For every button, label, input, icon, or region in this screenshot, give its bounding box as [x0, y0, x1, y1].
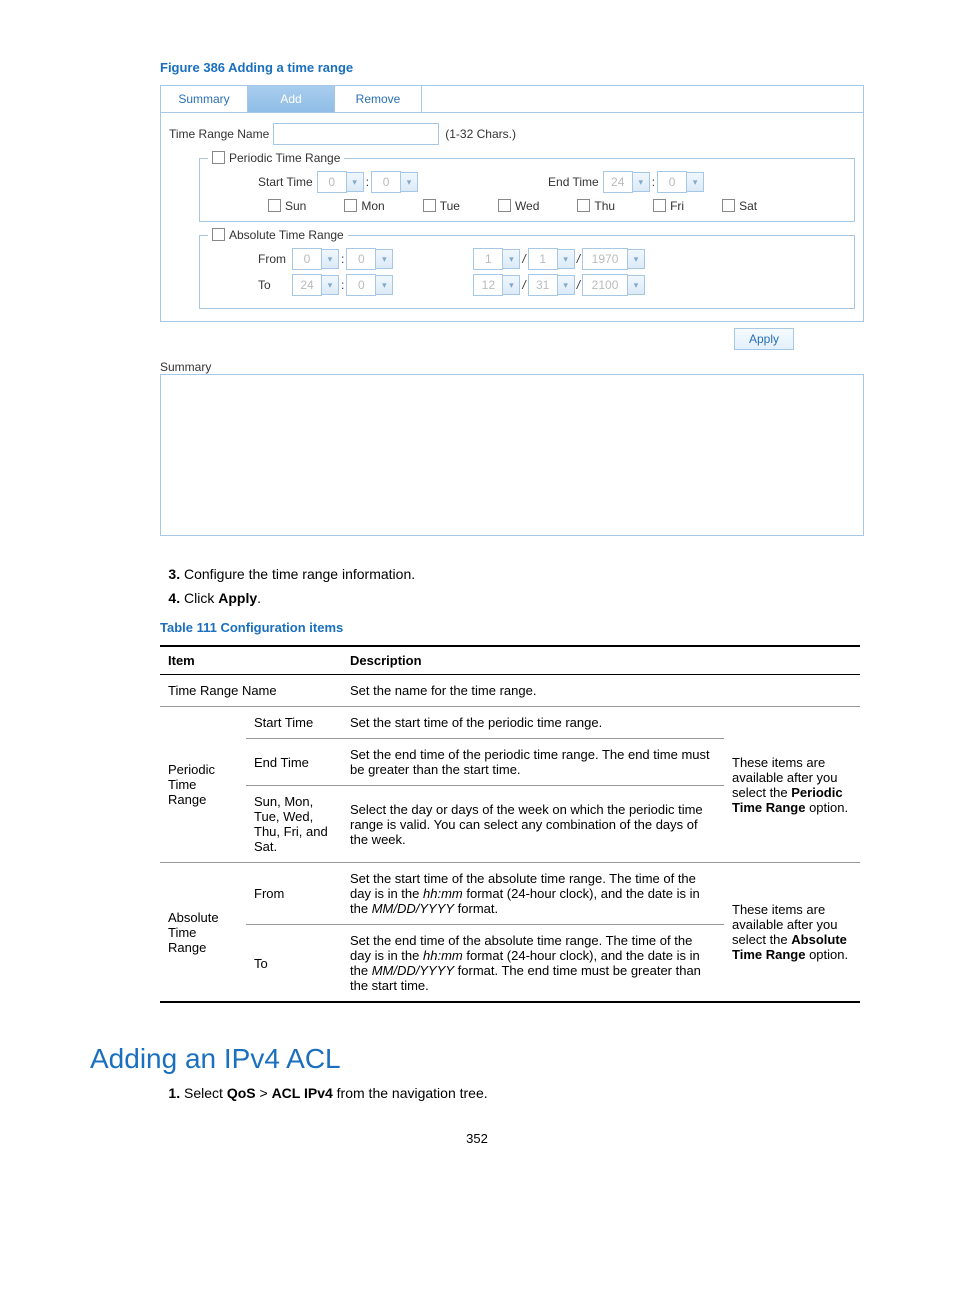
periodic-checkbox[interactable]: [212, 151, 225, 164]
cell-desc: Set the end time of the absolute time ra…: [342, 925, 724, 1003]
cell-note: These items are available after you sele…: [724, 707, 860, 863]
nav-steps: Select QoS > ACL IPv4 from the navigatio…: [160, 1085, 864, 1101]
slash: /: [522, 278, 525, 292]
from-month-select[interactable]: [473, 248, 503, 270]
from-min-select[interactable]: [346, 248, 376, 270]
tab-summary[interactable]: Summary: [161, 86, 248, 113]
chevron-down-icon[interactable]: ▾: [401, 172, 418, 192]
start-time-label: Start Time: [258, 175, 313, 189]
day-sun[interactable]: Sun: [268, 199, 306, 213]
colon: :: [341, 252, 344, 266]
chevron-down-icon[interactable]: ▾: [633, 172, 650, 192]
to-year-select[interactable]: [582, 274, 628, 296]
from-day-select[interactable]: [528, 248, 558, 270]
day-mon[interactable]: Mon: [344, 199, 384, 213]
day-wed[interactable]: Wed: [498, 199, 539, 213]
chevron-down-icon[interactable]: ▾: [558, 249, 575, 269]
cell-item: From: [246, 863, 342, 925]
colon: :: [652, 175, 655, 189]
cell-desc: Select the day or days of the week on wh…: [342, 786, 724, 863]
apply-button[interactable]: Apply: [734, 328, 794, 350]
cell-desc: Set the start time of the periodic time …: [342, 707, 724, 739]
chevron-down-icon[interactable]: ▾: [628, 275, 645, 295]
chevron-down-icon[interactable]: ▾: [322, 275, 339, 295]
end-time-label: End Time: [548, 175, 599, 189]
cell-note: These items are available after you sele…: [724, 863, 860, 1003]
start-hour-select[interactable]: [317, 171, 347, 193]
th-item: Item: [160, 646, 342, 675]
day-tue[interactable]: Tue: [423, 199, 460, 213]
absolute-legend: Absolute Time Range: [229, 228, 344, 242]
cell-desc: Set the end time of the periodic time ra…: [342, 739, 724, 786]
cell-item: Time Range Name: [160, 675, 342, 707]
periodic-fieldset: Periodic Time Range Start Time ▾ : ▾ End…: [199, 151, 855, 222]
chevron-down-icon[interactable]: ▾: [503, 249, 520, 269]
cell-item: Sun, Mon, Tue, Wed, Thu, Fri, and Sat.: [246, 786, 342, 863]
to-hour-select[interactable]: [292, 274, 322, 296]
chevron-down-icon[interactable]: ▾: [322, 249, 339, 269]
steps-list: Configure the time range information. Cl…: [160, 566, 864, 606]
section-heading: Adding an IPv4 ACL: [90, 1043, 864, 1075]
nav-step-1: Select QoS > ACL IPv4 from the navigatio…: [184, 1085, 864, 1101]
from-year-select[interactable]: [582, 248, 628, 270]
slash: /: [522, 252, 525, 266]
end-hour-select[interactable]: [603, 171, 633, 193]
colon: :: [341, 278, 344, 292]
to-min-select[interactable]: [346, 274, 376, 296]
tab-add[interactable]: Add: [248, 86, 335, 113]
page-number: 352: [90, 1131, 864, 1146]
tab-filler: [422, 86, 863, 113]
step-3: Configure the time range information.: [184, 566, 864, 582]
chevron-down-icon[interactable]: ▾: [347, 172, 364, 192]
screenshot-panel: Summary Add Remove Time Range Name (1-32…: [160, 85, 864, 536]
form-body: Time Range Name (1-32 Chars.) Periodic T…: [160, 113, 864, 322]
from-label: From: [258, 252, 292, 266]
table-caption: Table 111 Configuration items: [160, 620, 864, 635]
to-day-select[interactable]: [528, 274, 558, 296]
from-hour-select[interactable]: [292, 248, 322, 270]
chevron-down-icon[interactable]: ▾: [687, 172, 704, 192]
chevron-down-icon[interactable]: ▾: [376, 249, 393, 269]
tab-remove[interactable]: Remove: [335, 86, 422, 113]
chevron-down-icon[interactable]: ▾: [376, 275, 393, 295]
step-4: Click Apply.: [184, 590, 864, 606]
summary-textarea[interactable]: [160, 374, 864, 536]
day-fri[interactable]: Fri: [653, 199, 684, 213]
cell-item: End Time: [246, 739, 342, 786]
colon: :: [366, 175, 369, 189]
cell-item: To: [246, 925, 342, 1003]
start-min-select[interactable]: [371, 171, 401, 193]
periodic-legend: Periodic Time Range: [229, 151, 340, 165]
figure-caption: Figure 386 Adding a time range: [160, 60, 864, 75]
chevron-down-icon[interactable]: ▾: [628, 249, 645, 269]
chevron-down-icon[interactable]: ▾: [558, 275, 575, 295]
tab-bar: Summary Add Remove: [160, 85, 864, 113]
config-table: Item Description Time Range Name Set the…: [160, 645, 860, 1003]
cell-group: Periodic Time Range: [160, 707, 246, 863]
cell-group: Absolute Time Range: [160, 863, 246, 1003]
time-range-name-label: Time Range Name: [169, 127, 269, 141]
cell-item: Start Time: [246, 707, 342, 739]
day-sat[interactable]: Sat: [722, 199, 757, 213]
slash: /: [577, 278, 580, 292]
to-month-select[interactable]: [473, 274, 503, 296]
cell-desc: Set the name for the time range.: [342, 675, 860, 707]
absolute-checkbox[interactable]: [212, 228, 225, 241]
chevron-down-icon[interactable]: ▾: [503, 275, 520, 295]
summary-label: Summary: [160, 360, 864, 374]
th-desc: Description: [342, 646, 724, 675]
end-min-select[interactable]: [657, 171, 687, 193]
chars-hint: (1-32 Chars.): [445, 127, 516, 141]
time-range-name-input[interactable]: [273, 123, 439, 145]
absolute-fieldset: Absolute Time Range From ▾ : ▾ ▾ / ▾ / ▾…: [199, 228, 855, 309]
day-thu[interactable]: Thu: [577, 199, 615, 213]
to-label: To: [258, 278, 292, 292]
slash: /: [577, 252, 580, 266]
cell-desc: Set the start time of the absolute time …: [342, 863, 724, 925]
